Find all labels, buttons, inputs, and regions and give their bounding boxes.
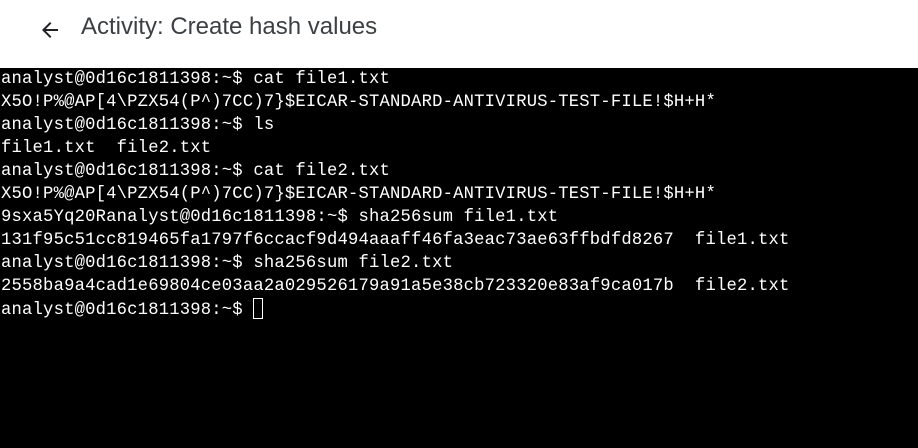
- terminal-line: X5O!P%@AP[4\PZX54(P^)7CC)7}$EICAR-STANDA…: [1, 93, 716, 112]
- terminal-line: analyst@0d16c1811398:~$ cat file1.txt: [1, 70, 391, 89]
- arrow-left-icon: [42, 22, 58, 38]
- terminal-output: analyst@0d16c1811398:~$ cat file1.txt X5…: [1, 68, 918, 321]
- terminal-cursor: [253, 298, 264, 319]
- terminal-line: analyst@0d16c1811398:~$ sha256sum file2.…: [1, 254, 454, 273]
- page-title: Activity: Create hash values: [81, 13, 378, 40]
- terminal-prompt-line[interactable]: analyst@0d16c1811398:~$: [1, 298, 918, 321]
- terminal-prompt: analyst@0d16c1811398:~$: [1, 301, 254, 320]
- terminal-line: 131f95c51cc819465fa1797f6ccacf9d494aaaff…: [1, 231, 790, 250]
- terminal-line: 2558ba9a4cad1e69804ce03aa2a029526179a91a…: [1, 277, 790, 296]
- terminal-line: 9sxa5Yq20Ranalyst@0d16c1811398:~$ sha256…: [1, 208, 559, 227]
- terminal-line: file1.txt file2.txt: [1, 139, 212, 158]
- back-button[interactable]: [34, 14, 66, 46]
- terminal-line: analyst@0d16c1811398:~$ ls: [1, 116, 275, 135]
- terminal-line: X5O!P%@AP[4\PZX54(P^)7CC)7}$EICAR-STANDA…: [1, 185, 716, 204]
- activity-page: Activity: Create hash values analyst@0d1…: [0, 0, 918, 448]
- terminal-line: analyst@0d16c1811398:~$ cat file2.txt: [1, 162, 391, 181]
- app-header: Activity: Create hash values: [0, 0, 918, 68]
- terminal-window[interactable]: analyst@0d16c1811398:~$ cat file1.txt X5…: [0, 68, 918, 448]
